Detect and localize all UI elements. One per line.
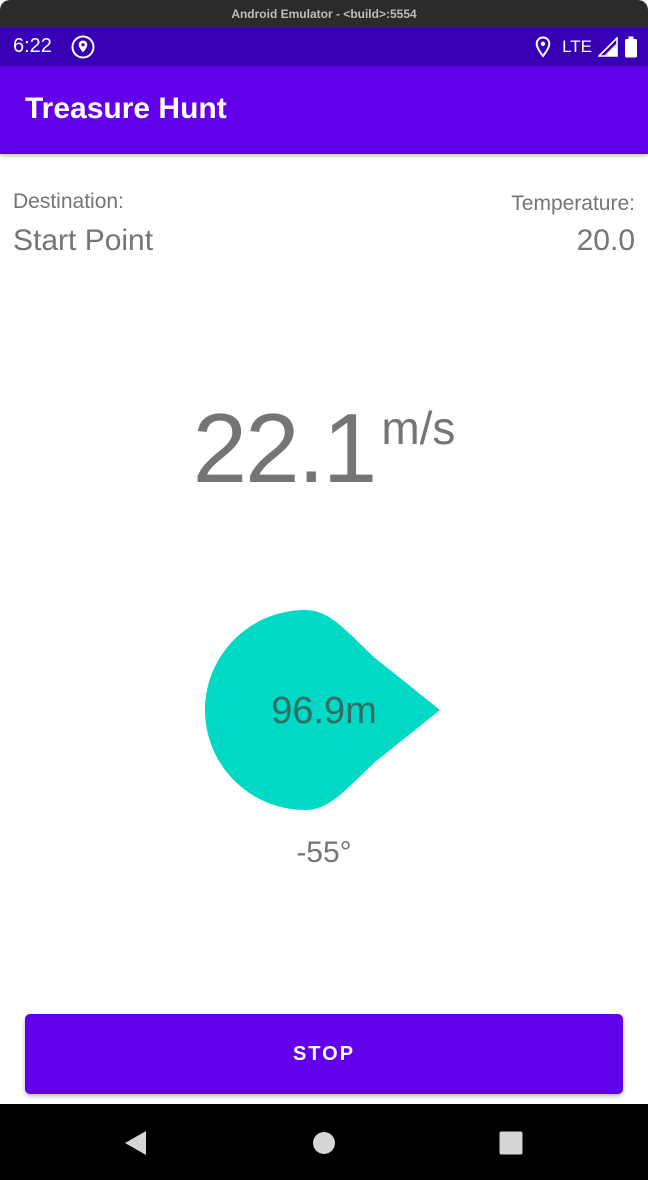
speed-value: 22.1 — [192, 393, 378, 503]
status-bar: 6:22 LTE — [0, 28, 648, 66]
app-bar: Treasure Hunt — [0, 66, 648, 154]
home-icon[interactable] — [309, 1128, 339, 1158]
distance-value: 96.9m — [271, 690, 377, 732]
emulator-title: Android Emulator - <build>:5554 — [231, 7, 417, 21]
destination-value: Start Point — [13, 224, 154, 257]
speed-unit: m/s — [381, 402, 456, 454]
battery-icon — [625, 36, 637, 58]
temperature-label: Temperature: — [511, 192, 635, 215]
screen: Android Emulator - <build>:5554 6:22 LTE — [0, 0, 648, 1180]
temperature-value: 20.0 — [576, 224, 635, 257]
stop-button[interactable]: STOP — [25, 1014, 623, 1094]
app-title: Treasure Hunt — [25, 92, 227, 125]
location-icon — [535, 36, 551, 58]
bearing-value: -55° — [296, 836, 352, 869]
emulator-title-bar: Android Emulator - <build>:5554 — [0, 0, 648, 28]
navigation-bar — [0, 1104, 648, 1180]
status-icons: LTE — [534, 35, 638, 59]
speed-display: 22.1 m/s — [0, 392, 648, 505]
signal-icon — [598, 37, 618, 57]
back-icon[interactable] — [121, 1128, 151, 1158]
network-type: LTE — [562, 37, 592, 56]
location-pin-icon — [71, 35, 95, 59]
status-time: 6:22 — [13, 35, 52, 57]
destination-label: Destination: — [13, 190, 124, 213]
recents-icon[interactable] — [496, 1128, 526, 1158]
